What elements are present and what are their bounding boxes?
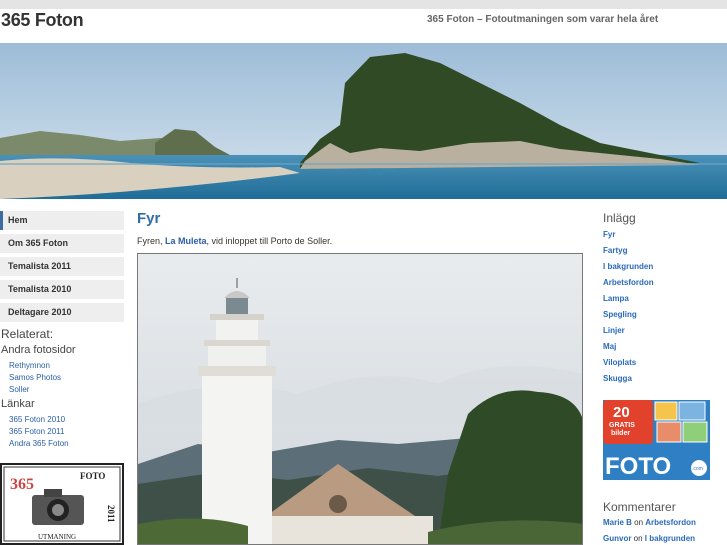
post-link-i-bakgrunden[interactable]: I bakgrunden bbox=[603, 262, 653, 271]
top-bar bbox=[0, 0, 727, 9]
logo-year-text: 2011 bbox=[106, 505, 116, 523]
post-link-fartyg[interactable]: Fartyg bbox=[603, 246, 627, 255]
link-andra-365-foton[interactable]: Andra 365 Foton bbox=[9, 439, 69, 448]
nav-item-temalista-2010[interactable]: Temalista 2010 bbox=[0, 280, 124, 299]
site-title[interactable]: 365 Foton bbox=[1, 10, 84, 31]
post-title[interactable]: Fyr bbox=[137, 210, 160, 227]
comment-on: on bbox=[631, 534, 645, 543]
related-heading: Relaterat: bbox=[1, 327, 54, 341]
foto-com-ad-banner[interactable]: 20 GRATIS bilder FOTO .com bbox=[603, 400, 710, 480]
site-description: 365 Foton – Fotoutmaningen som varar hel… bbox=[427, 14, 659, 25]
comment-item: Marie B on Arbetsfordon bbox=[603, 518, 696, 527]
header-banner-image bbox=[0, 43, 727, 199]
comment-author[interactable]: Gunvor bbox=[603, 534, 631, 543]
nav-item-deltagare-2010[interactable]: Deltagare 2010 bbox=[0, 303, 124, 322]
post-link-maj[interactable]: Maj bbox=[603, 342, 616, 351]
link-samos-photos[interactable]: Samos Photos bbox=[9, 373, 61, 382]
post-link-arbetsfordon[interactable]: Arbetsfordon bbox=[603, 278, 654, 287]
ad-gratis: GRATIS bbox=[609, 422, 635, 429]
post-link-skugga[interactable]: Skugga bbox=[603, 374, 632, 383]
post-link-lampa[interactable]: Lampa bbox=[603, 294, 629, 303]
comments-heading: Kommentarer bbox=[603, 500, 676, 514]
nav-item-temalista-2011[interactable]: Temalista 2011 bbox=[0, 257, 124, 276]
logo-utmaning-text: UTMANING bbox=[38, 533, 76, 541]
link-soller[interactable]: Soller bbox=[9, 385, 29, 394]
post-text-after: , vid inloppet till Porto de Soller. bbox=[206, 236, 333, 246]
nav-item-hem[interactable]: Hem bbox=[0, 211, 124, 230]
main-nav: Hem Om 365 Foton Temalista 2011 Temalist… bbox=[0, 211, 124, 326]
post-link-viloplats[interactable]: Viloplats bbox=[603, 358, 636, 367]
post-text-before: Fyren, bbox=[137, 236, 166, 246]
post-link-spegling[interactable]: Spegling bbox=[603, 310, 637, 319]
foto-utmaning-logo[interactable]: 365 FOTO 2011 UTMANING bbox=[0, 463, 124, 545]
post-link-fyr[interactable]: Fyr bbox=[603, 230, 615, 239]
comment-post-link[interactable]: Arbetsfordon bbox=[645, 518, 696, 527]
posts-heading: Inlägg bbox=[603, 211, 636, 225]
link-rethymnon[interactable]: Rethymnon bbox=[9, 361, 50, 370]
post-link-la-muleta[interactable]: La Muleta bbox=[165, 236, 207, 246]
logo-foto-text: FOTO bbox=[80, 471, 105, 481]
link-365-foton-2010[interactable]: 365 Foton 2010 bbox=[9, 415, 65, 424]
comment-author[interactable]: Marie B bbox=[603, 518, 632, 527]
comment-on: on bbox=[631, 518, 646, 527]
comment-post-link[interactable]: I bakgrunden bbox=[645, 534, 695, 543]
post-link-linjer[interactable]: Linjer bbox=[603, 326, 625, 335]
ad-badge: .com bbox=[692, 466, 703, 472]
ad-bilder: bilder bbox=[611, 430, 630, 437]
link-365-foton-2011[interactable]: 365 Foton 2011 bbox=[9, 427, 64, 436]
post-text: Fyren, La Muleta, vid inloppet till Port… bbox=[137, 236, 332, 246]
comment-item: Gunvor on I bakgrunden bbox=[603, 534, 695, 543]
nav-item-om-365-foton[interactable]: Om 365 Foton bbox=[0, 234, 124, 253]
post-photo-lighthouse[interactable] bbox=[137, 253, 583, 545]
ad-brand: FOTO bbox=[605, 453, 671, 480]
ad-number: 20 bbox=[613, 404, 630, 421]
links-heading: Länkar bbox=[1, 398, 35, 410]
other-sites-heading: Andra fotosidor bbox=[1, 344, 76, 356]
logo-digit-3: 365 bbox=[10, 476, 34, 493]
